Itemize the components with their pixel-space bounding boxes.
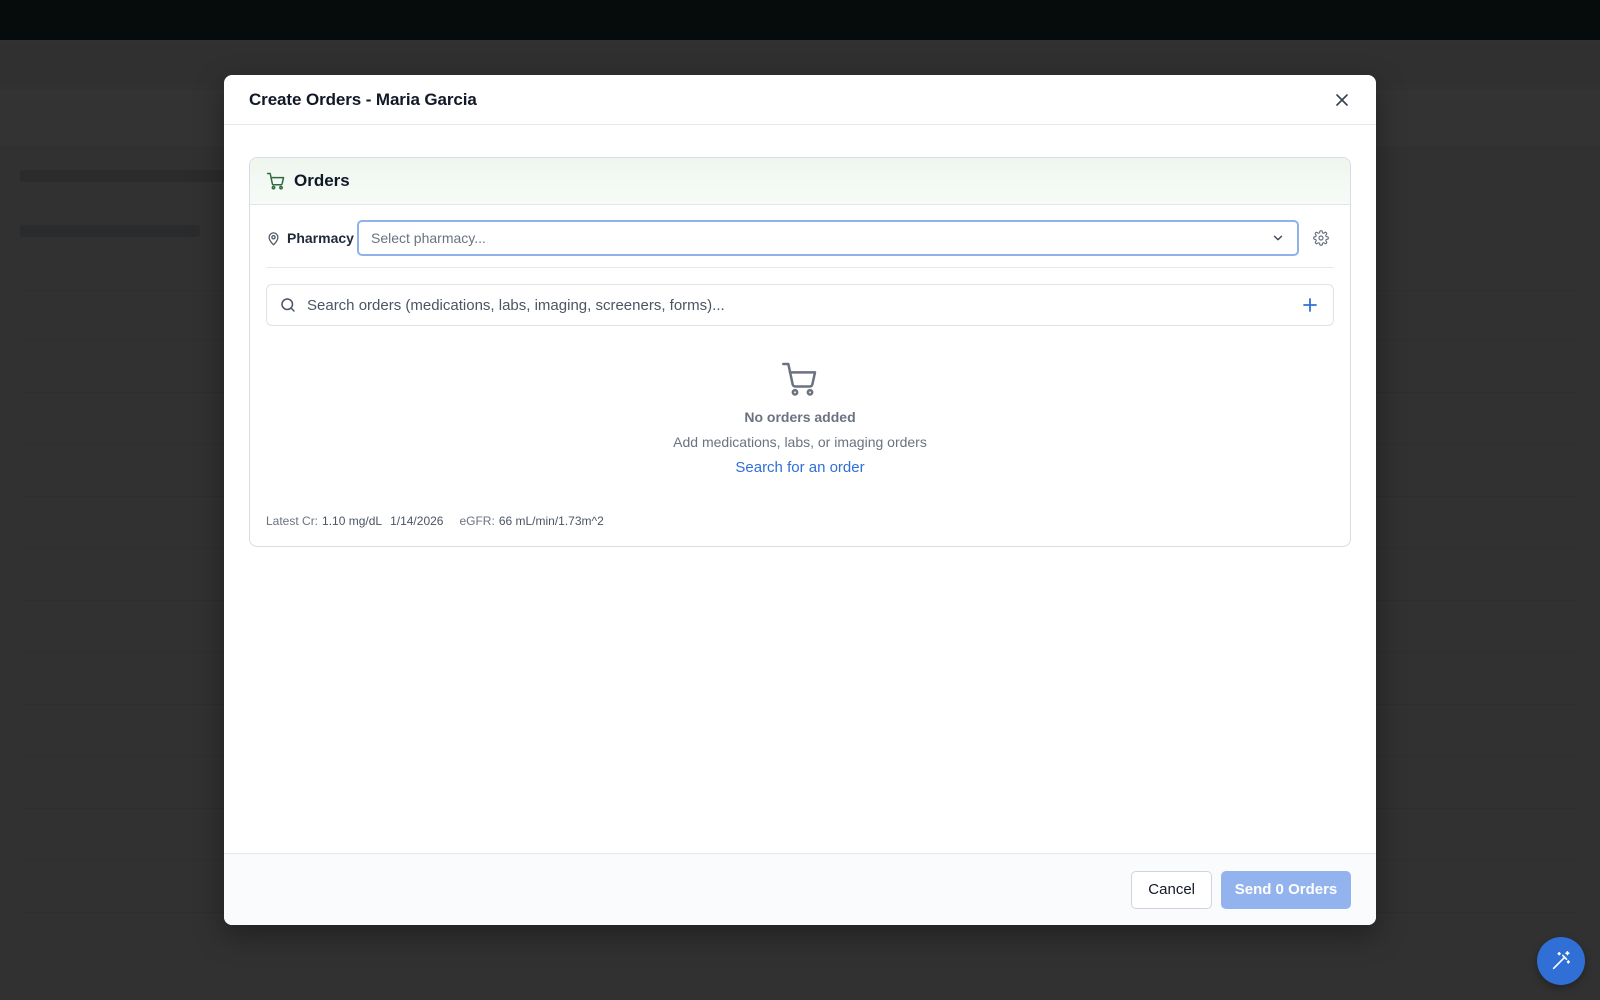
pharmacy-label-text: Pharmacy — [287, 230, 354, 246]
orders-card-body: Pharmacy Select pharmacy... Search order… — [250, 205, 1350, 546]
modal-body: Orders Pharmacy Select pharmacy... Searc… — [224, 125, 1376, 547]
cancel-button[interactable]: Cancel — [1131, 870, 1212, 909]
add-order-button[interactable] — [1299, 294, 1321, 316]
plus-icon — [1303, 298, 1317, 312]
egfr-value: 66 mL/min/1.73m^2 — [498, 514, 604, 528]
orders-card-title: Orders — [294, 171, 350, 190]
cr-label: Latest Cr: — [266, 514, 319, 528]
order-search-input[interactable] — [307, 296, 1289, 314]
empty-state-subtitle: Add medications, labs, or imaging orders — [673, 434, 927, 450]
pharmacy-select-placeholder: Select pharmacy... — [371, 230, 486, 246]
create-orders-modal: Create Orders - Maria Garcia Orders Phar… — [224, 75, 1376, 925]
chevron-down-icon — [1273, 235, 1283, 241]
pharmacy-label: Pharmacy — [266, 230, 357, 246]
cr-value: 1.10 mg/dL — [322, 514, 383, 528]
modal-header: Create Orders - Maria Garcia — [224, 75, 1376, 125]
pharmacy-divider — [266, 267, 1334, 268]
gear-icon — [1313, 230, 1329, 246]
empty-state-title: No orders added — [744, 409, 856, 425]
close-button[interactable] — [1332, 90, 1352, 110]
shopping-cart-icon — [782, 362, 817, 396]
ai-assistant-button[interactable] — [1537, 937, 1585, 985]
close-icon — [1336, 93, 1348, 106]
egfr-label: eGFR: — [459, 514, 495, 528]
pharmacy-row: Pharmacy Select pharmacy... — [266, 219, 1334, 257]
pharmacy-select[interactable]: Select pharmacy... — [357, 220, 1299, 256]
map-pin-icon — [268, 231, 279, 245]
send-orders-button[interactable]: Send 0 Orders — [1221, 870, 1351, 909]
modal-footer: Cancel Send 0 Orders — [224, 853, 1376, 925]
search-icon — [281, 298, 295, 312]
cr-date: 1/14/2026 — [390, 514, 444, 528]
lab-values-row: Latest Cr: 1.10 mg/dL 1/14/2026 eGFR: 66… — [266, 514, 1334, 528]
orders-card: Orders Pharmacy Select pharmacy... Searc… — [249, 157, 1351, 547]
magic-wand-icon — [1552, 951, 1571, 970]
modal-title: Create Orders - Maria Garcia — [249, 89, 477, 109]
search-for-order-link[interactable]: Search for an order — [735, 459, 864, 476]
pharmacy-settings-button[interactable] — [1309, 226, 1333, 250]
orders-card-header: Orders — [250, 158, 1350, 205]
orders-empty-state: No orders added Add medications, labs, o… — [266, 326, 1334, 506]
shopping-cart-icon — [266, 172, 285, 190]
order-search-box[interactable] — [266, 284, 1334, 326]
